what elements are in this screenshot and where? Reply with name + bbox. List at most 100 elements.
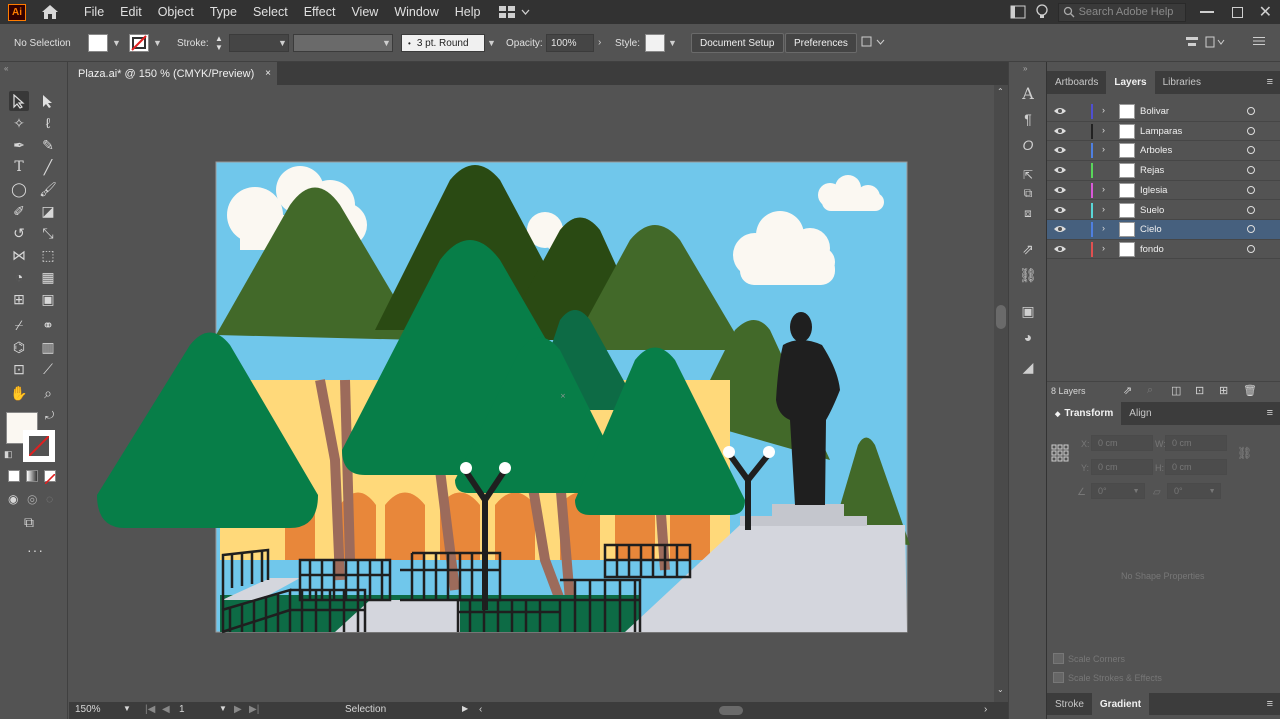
shaper-tool-icon[interactable]: ✐ [9,201,29,221]
eye-icon[interactable] [1054,186,1066,194]
artboard-canvas[interactable]: × [69,85,994,702]
menu-help[interactable]: Help [455,5,481,19]
eye-icon[interactable] [1054,206,1066,214]
tab-transform[interactable]: ◆ Transform [1047,402,1122,425]
opentype-icon[interactable]: O [1018,136,1038,154]
glyphs-icon[interactable]: ⇱ [1018,166,1038,184]
gradient-tool-icon[interactable]: ▣ [38,289,58,309]
reference-point-icon[interactable] [1051,444,1069,462]
menu-file[interactable]: File [84,5,104,19]
constrain-proportions-icon[interactable]: ⛓ [1237,446,1252,460]
zoom-level[interactable]: 150% [75,704,101,715]
menu-window[interactable]: Window [394,5,438,19]
scroll-down-icon[interactable]: ⌄ [997,685,1004,694]
hscroll-thumb[interactable] [719,706,743,715]
appearance-icon[interactable]: ▣ [1018,302,1038,320]
eyedropper-icon[interactable]: ⌿ [9,315,29,335]
layer-row[interactable]: › Cielo [1047,220,1280,240]
menu-type[interactable]: Type [210,5,237,19]
magic-wand-icon[interactable]: ✧ [9,113,29,133]
lasso-icon[interactable]: ℓ [38,113,58,133]
scroll-thumb[interactable] [996,305,1006,329]
eye-icon[interactable] [1054,146,1066,154]
layer-row[interactable]: › Suelo [1047,201,1280,220]
transform-icon[interactable] [1205,35,1225,49]
menu-edit[interactable]: Edit [120,5,142,19]
expand-layer-icon[interactable]: › [1102,144,1105,154]
tab-artboards[interactable]: Artboards [1047,71,1106,94]
symbol-sprayer-icon[interactable]: ⌬ [9,337,29,357]
fill-dropdown-icon[interactable]: ▼ [112,38,121,48]
gradient-mode-icon[interactable] [26,470,38,482]
lightbulb-icon[interactable] [1035,4,1048,20]
free-transform-icon[interactable]: ⬚ [38,245,58,265]
links-icon[interactable]: ⛓ [1018,266,1038,284]
brush-field[interactable]: • 3 pt. Round [401,34,485,52]
menu-object[interactable]: Object [158,5,194,19]
panel-icon[interactable] [1010,5,1026,19]
menu-effect[interactable]: Effect [304,5,336,19]
menu-select[interactable]: Select [253,5,288,19]
ellipse-tool-icon[interactable]: ◯ [9,179,29,199]
align-icon[interactable] [1185,35,1199,49]
draw-inside-icon[interactable]: ◌ [46,492,53,506]
restore-icon[interactable] [1231,6,1243,18]
new-sublayer-icon[interactable]: ⊡ [1195,384,1204,397]
style-dropdown-icon[interactable]: ▼ [668,38,677,48]
rotate-field[interactable]: 0° ▼ [1091,483,1145,499]
tab-stroke[interactable]: Stroke [1047,693,1092,715]
brush-dropdown-icon[interactable]: ▼ [487,38,496,48]
expand-layer-icon[interactable]: › [1102,184,1105,194]
delete-layer-icon[interactable]: 🗑 [1243,384,1257,397]
rotate-tool-icon[interactable]: ↺ [9,223,29,243]
menu-lines-icon[interactable] [1253,35,1265,47]
swatches-panel-icon[interactable]: ⧈ [1018,204,1038,222]
last-artboard-icon[interactable]: ▶| [249,704,259,715]
none-mode-icon[interactable] [44,470,56,485]
scale-tool-icon[interactable]: ⤡ [38,223,58,243]
layer-target-icon[interactable] [1247,185,1255,194]
tab-layers[interactable]: Layers [1106,71,1155,94]
zoom-tool-icon[interactable]: ⌕ [38,383,58,403]
layer-row[interactable]: › Arboles [1047,141,1280,161]
blend-tool-icon[interactable]: ⚭ [38,315,58,335]
new-layer-icon[interactable]: ⊞ [1219,384,1228,397]
color-guide-icon[interactable]: ◕ [1018,328,1038,346]
artboard-dropdown-icon[interactable]: ▼ [219,704,227,713]
layer-target-icon[interactable] [1247,225,1255,234]
layer-row[interactable]: › Iglesia [1047,181,1280,201]
layer-row[interactable]: › Lamparas [1047,122,1280,142]
opacity-field[interactable]: 100% [546,34,594,52]
layer-target-icon[interactable] [1247,126,1255,135]
transform-menu-icon[interactable]: ≡ [1267,407,1273,419]
layers-menu-icon[interactable]: ≡ [1267,76,1273,88]
w-field[interactable]: 0 cm [1165,435,1227,451]
gradient-menu-icon[interactable]: ≡ [1267,698,1273,710]
layer-row[interactable]: › fondo [1047,240,1280,260]
transparency-icon[interactable]: ◢ [1018,358,1038,376]
layer-target-icon[interactable] [1247,166,1255,175]
screen-mode-icon[interactable]: ⧉ [24,514,34,531]
draw-behind-icon[interactable]: ◎ [27,492,37,506]
slice-tool-icon[interactable]: ⟋ [38,359,58,379]
layer-target-icon[interactable] [1247,244,1255,253]
search-input[interactable]: Search Adobe Help [1057,2,1186,22]
clipping-mask-icon[interactable]: ◫ [1171,384,1181,397]
document-tab[interactable]: Plaza.ai* @ 150 % (CMYK/Preview) × [69,62,277,85]
home-icon[interactable] [40,2,60,22]
status-menu-icon[interactable]: ▶ [462,704,468,713]
hscroll-right-icon[interactable]: › [984,704,987,715]
eye-icon[interactable] [1054,127,1066,135]
stroke-dropdown-icon[interactable]: ▼ [153,38,162,48]
variable-width-profile[interactable]: ▼ [293,34,393,52]
paragraph-icon[interactable]: ¶ [1018,110,1038,128]
fill-swatch[interactable] [88,34,108,52]
character-icon[interactable]: A [1018,84,1038,103]
layer-row[interactable]: Rejas [1047,161,1280,181]
stroke-panel-icon[interactable]: ⧉ [1018,184,1038,202]
curvature-tool-icon[interactable]: ✎ [38,135,58,155]
color-mode-icon[interactable] [8,470,20,482]
default-colors-icon[interactable]: ◧ [4,449,13,460]
next-artboard-icon[interactable]: ▶ [234,704,242,715]
layer-target-icon[interactable] [1247,205,1255,214]
